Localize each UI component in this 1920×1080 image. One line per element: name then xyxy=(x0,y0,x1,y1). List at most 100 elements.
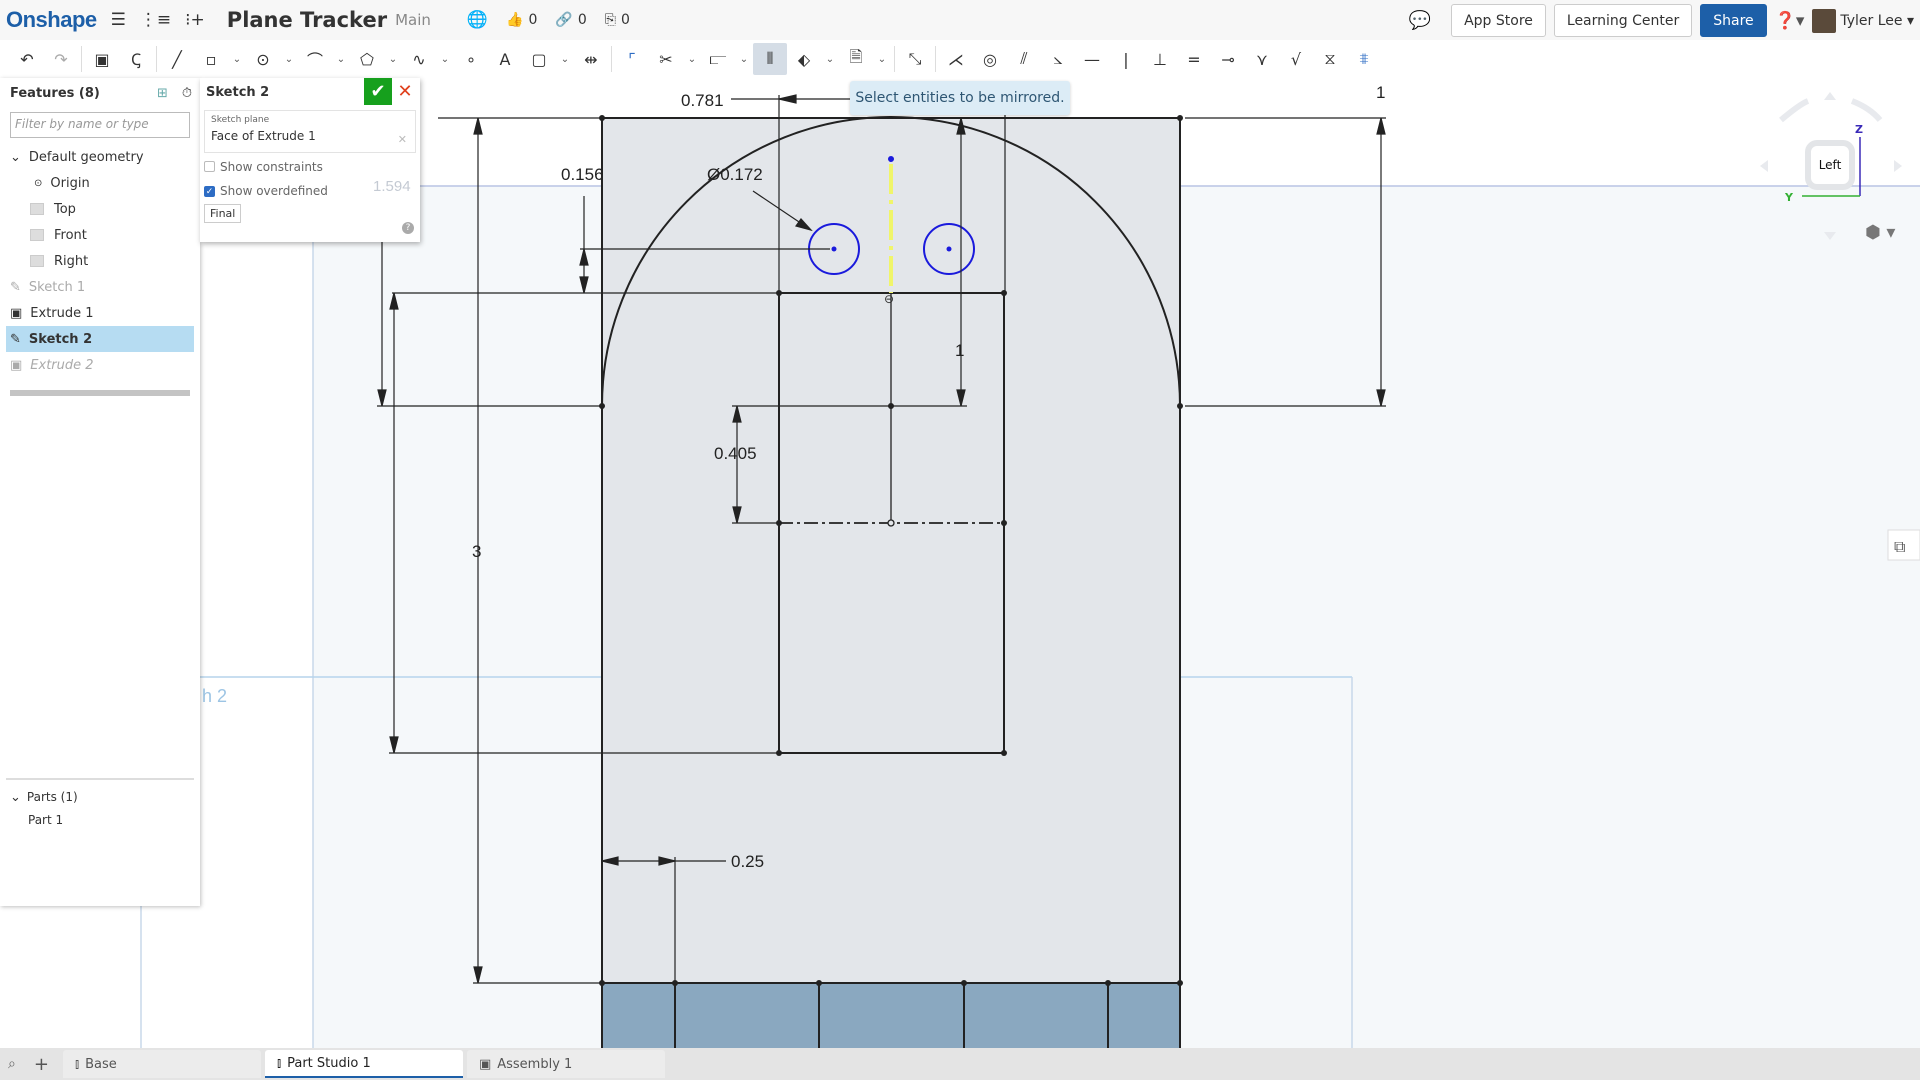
menu-icon[interactable]: ☰ xyxy=(111,10,126,30)
feature-sketch-2[interactable]: ✎ Sketch 2 xyxy=(6,326,194,352)
offset-tool-icon[interactable]: ⫍ xyxy=(701,43,735,75)
accept-button[interactable]: ✔ xyxy=(364,78,392,105)
use-tool-icon[interactable]: ⤡ xyxy=(898,43,932,75)
horizontal-constraint-icon[interactable]: — xyxy=(1075,43,1109,75)
dimension-0405[interactable]: 0.405 xyxy=(714,444,757,463)
comments-icon[interactable]: 💬 xyxy=(1409,10,1431,31)
tab-part-studio-1[interactable]: ⫾ Part Studio 1 xyxy=(264,1050,463,1078)
render-mode-icon[interactable]: ⬢ ▾ xyxy=(1865,222,1895,243)
revolve-icon[interactable]: Ꞔ xyxy=(119,43,153,75)
parallel-constraint-icon[interactable]: ⫽ xyxy=(1007,43,1041,75)
onshape-logo[interactable]: Onshape xyxy=(6,7,97,33)
help-icon[interactable]: ❓▾ xyxy=(1775,11,1805,31)
construction-icon[interactable]: ▢ xyxy=(522,43,556,75)
dimension-0156[interactable]: 0.156 xyxy=(561,165,604,184)
midpoint-constraint-icon[interactable]: ⊸ xyxy=(1211,43,1245,75)
dimension-diameter[interactable]: Ø0.172 xyxy=(707,165,763,184)
spline-tool-icon[interactable]: ∿ xyxy=(402,43,436,75)
likes-counter[interactable]: 👍 0 xyxy=(506,12,537,28)
chevron-down-icon[interactable]: ⌄ xyxy=(228,43,246,75)
chevron-down-icon[interactable]: ⌄ xyxy=(821,43,839,75)
perpendicular-constraint-icon[interactable]: ⊥ xyxy=(1143,43,1177,75)
learning-center-button[interactable]: Learning Center xyxy=(1553,4,1693,37)
symmetric-constraint-icon[interactable]: ⧖ xyxy=(1313,43,1347,75)
version-graph-icon[interactable]: ⋮≡ xyxy=(140,10,171,30)
dimension-0781[interactable]: 0.781 xyxy=(681,91,724,110)
undo-icon[interactable]: ↶ xyxy=(10,43,44,75)
text-tool-icon[interactable]: A xyxy=(488,43,522,75)
share-button[interactable]: Share xyxy=(1700,4,1767,37)
rollback-timer-icon[interactable]: ⏱ xyxy=(182,86,192,101)
feature-extrude-1[interactable]: ▣ Extrude 1 xyxy=(0,300,200,326)
chevron-down-icon[interactable]: ⌄ xyxy=(735,43,753,75)
dxf-import-icon[interactable]: 🗎 xyxy=(839,43,873,75)
coincident-constraint-icon[interactable]: ⋌ xyxy=(939,43,973,75)
globe-icon[interactable]: 🌐 xyxy=(467,10,488,30)
feature-plane-top[interactable]: Top xyxy=(0,196,200,222)
feature-sketch-1[interactable]: ✎ Sketch 1 xyxy=(0,274,200,300)
dimension-025[interactable]: 0.25 xyxy=(731,852,764,871)
branch-icon[interactable]: ⁝+ xyxy=(185,10,205,30)
add-tab-icon[interactable]: + xyxy=(34,1054,49,1075)
dimension-1-inner[interactable]: 1 xyxy=(955,341,964,360)
arc-tool-icon[interactable]: ⌒ xyxy=(298,43,332,75)
dimension-1-right[interactable]: 1 xyxy=(1376,83,1385,102)
final-button[interactable]: Final xyxy=(204,204,242,223)
dimension-tool-icon[interactable]: ⇹ xyxy=(574,43,608,75)
tangent-constraint-icon[interactable]: ⦣ xyxy=(1041,43,1075,75)
view-cube-label: Left xyxy=(1818,158,1842,172)
chevron-down-icon[interactable]: ⌄ xyxy=(683,43,701,75)
point-tool-icon[interactable]: ∘ xyxy=(454,43,488,75)
cancel-button[interactable]: ✕ xyxy=(394,78,416,105)
copies-counter[interactable]: ⎘ 0 xyxy=(605,12,630,28)
sketch-toolbar: ↶ ↷ ▣ Ꞔ ╱ ▫ ⌄ ⊙ ⌄ ⌒ ⌄ ⬠ ⌄ ∿ ⌄ ∘ A ▢ ⌄ ⇹ ⌜ ✂ ⌄ ⫍… xyxy=(0,40,1920,78)
normal-constraint-icon[interactable]: ⋎ xyxy=(1245,43,1279,75)
concentric-constraint-icon[interactable]: ◎ xyxy=(973,43,1007,75)
feature-filter-input[interactable]: Filter by name or type xyxy=(10,112,190,138)
show-constraints-checkbox[interactable]: Show constraints xyxy=(200,153,420,180)
sketch-plane-field[interactable]: Sketch plane Face of Extrude 1 ✕ xyxy=(204,110,416,153)
links-counter[interactable]: 🔗 0 xyxy=(555,12,586,28)
trim-tool-icon[interactable]: ✂ xyxy=(649,43,683,75)
tab-base[interactable]: ⫾ Base xyxy=(62,1050,261,1078)
feature-origin[interactable]: ⊙ Origin xyxy=(0,170,200,196)
app-store-button[interactable]: App Store xyxy=(1451,4,1546,37)
avatar[interactable] xyxy=(1812,8,1837,33)
tab-assembly-1[interactable]: ▣ Assembly 1 xyxy=(466,1050,665,1078)
line-tool-icon[interactable]: ╱ xyxy=(160,43,194,75)
rectangle-tool-icon[interactable]: ▫ xyxy=(194,43,228,75)
extrude-face[interactable] xyxy=(602,983,1180,1048)
parts-group[interactable]: ⌄ Parts (1) xyxy=(0,786,200,808)
document-title[interactable]: Plane Tracker xyxy=(227,8,387,32)
chevron-down-icon[interactable]: ⌄ xyxy=(384,43,402,75)
feature-plane-front[interactable]: Front xyxy=(0,222,200,248)
part-item[interactable]: Part 1 xyxy=(0,808,200,832)
chevron-down-icon[interactable]: ⌄ xyxy=(280,43,298,75)
feature-extrude-2[interactable]: ▣ Extrude 2 xyxy=(0,352,200,378)
chevron-down-icon[interactable]: ⌄ xyxy=(436,43,454,75)
feature-plane-right[interactable]: Right xyxy=(0,248,200,274)
extrude-icon[interactable]: ▣ xyxy=(85,43,119,75)
clear-icon[interactable]: ✕ xyxy=(398,133,407,146)
fix-constraint-icon[interactable]: ⩨ xyxy=(1347,43,1381,75)
transform-tool-icon[interactable]: ⬖ xyxy=(787,43,821,75)
pierce-constraint-icon[interactable]: √ xyxy=(1279,43,1313,75)
equal-constraint-icon[interactable]: = xyxy=(1177,43,1211,75)
add-folder-icon[interactable]: ⊞ xyxy=(157,86,168,101)
rollback-bar[interactable] xyxy=(10,390,190,396)
chevron-down-icon[interactable]: ⌄ xyxy=(556,43,574,75)
user-menu[interactable]: Tyler Lee ▾ xyxy=(1840,13,1914,29)
fillet-tool-icon[interactable]: ⌜ xyxy=(615,43,649,75)
help-icon[interactable]: ? xyxy=(402,222,414,234)
polygon-tool-icon[interactable]: ⬠ xyxy=(350,43,384,75)
view-cube-face[interactable]: Left xyxy=(1805,140,1855,190)
circle-tool-icon[interactable]: ⊙ xyxy=(246,43,280,75)
chevron-down-icon[interactable]: ⌄ xyxy=(873,43,891,75)
tab-filter-icon[interactable]: ⌕ xyxy=(8,1056,16,1072)
mirror-tool-icon[interactable]: ⫴ xyxy=(753,43,787,75)
redo-icon[interactable]: ↷ xyxy=(44,43,78,75)
chevron-down-icon[interactable]: ⌄ xyxy=(332,43,350,75)
dimension-3[interactable]: 3 xyxy=(472,542,481,561)
vertical-constraint-icon[interactable]: | xyxy=(1109,43,1143,75)
feature-group-default-geometry[interactable]: ⌄ Default geometry xyxy=(0,144,200,170)
